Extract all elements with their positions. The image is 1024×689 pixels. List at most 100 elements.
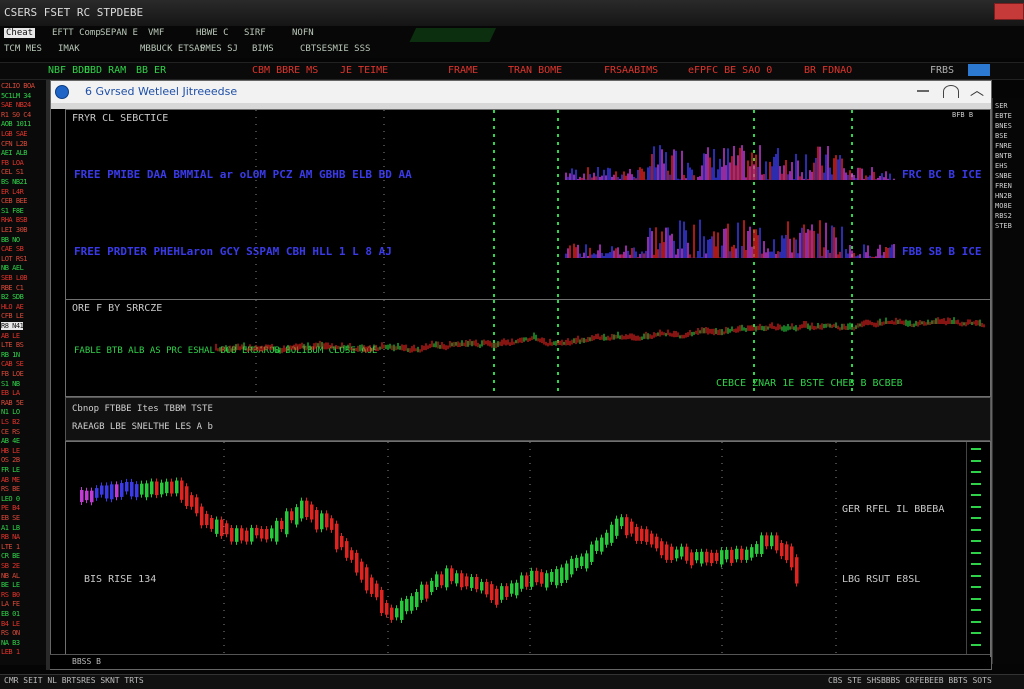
watchlist-row[interactable]: LEI 30B — [1, 226, 28, 234]
ticker-item[interactable]: CBM BBRE MS — [252, 65, 318, 76]
watchlist-row[interactable]: NB AEL — [1, 264, 24, 272]
ticker-item[interactable]: BB ER — [136, 65, 166, 76]
watchlist-row[interactable]: LTE BS — [1, 341, 24, 349]
watchlist-row[interactable]: CEB BEE — [1, 197, 28, 205]
watchlist-row[interactable]: RHA BSB — [1, 216, 28, 224]
menu-item[interactable]: MBBUCK ETSAS — [140, 44, 205, 54]
watchlist-row[interactable]: FB LOA — [1, 159, 24, 167]
watchlist-panel[interactable]: C2LIO BOA 5C1LM 34 SAE NB24 R1 S0 C4 AOB 101… — [0, 80, 47, 665]
ticker-item[interactable]: BR FDNAO — [804, 65, 852, 76]
menu-item[interactable]: VMF — [148, 28, 164, 38]
menu-item[interactable]: EFTT Comp — [52, 28, 101, 38]
watchlist-row[interactable]: R1 S0 C4 — [1, 111, 31, 119]
chevron-up-icon[interactable]: ︿ — [967, 83, 987, 99]
ticker-corner-button[interactable] — [968, 64, 990, 76]
candle-body — [760, 535, 764, 555]
watchlist-row[interactable]: SEB L0B — [1, 274, 28, 282]
chart-pane-price[interactable]: FRYR CL SEBCTICE FREE PMIBE DAA BMMIAL a… — [65, 109, 991, 300]
watchlist-row[interactable]: CAB SE — [1, 360, 24, 368]
candle-body — [195, 497, 199, 514]
watchlist-row[interactable]: C2LIO BOA — [1, 82, 35, 90]
watchlist-row[interactable]: RB NA — [1, 533, 20, 541]
watchlist-row[interactable]: AB ME — [1, 476, 20, 484]
watchlist-row[interactable]: EB LA — [1, 389, 20, 397]
menu-item[interactable]: Cheat — [4, 28, 36, 38]
watchlist-row[interactable]: AOB 1011 — [1, 120, 31, 128]
watchlist-row[interactable]: LEO 0 — [1, 495, 20, 503]
watchlist-row[interactable]: RBE C1 — [1, 284, 24, 292]
candle-body — [560, 567, 564, 583]
chart-pane-candles[interactable]: GER RFEL IL BBEBA BIS RISE 134 LBG RSUT … — [65, 441, 991, 657]
ticker-item[interactable]: TRAN BOME — [508, 65, 562, 76]
price-rows-plot — [255, 110, 895, 300]
watchlist-row[interactable]: S1 NB — [1, 380, 20, 388]
watchlist-row[interactable]: LTE 1 — [1, 543, 20, 551]
watchlist-row[interactable]: LOT RS1 — [1, 255, 28, 263]
watchlist-row[interactable]: S1 F8E — [1, 207, 24, 215]
watchlist-row[interactable]: LGB SAE — [1, 130, 28, 138]
watchlist-row[interactable]: NA B3 — [1, 639, 20, 647]
watchlist-row[interactable]: RB 1N — [1, 351, 20, 359]
watchlist-row[interactable]: FR LE — [1, 466, 20, 474]
chart-window[interactable]: 6 Gvrsed Wetleel Jitreeedse ︿ FRYR CL SE… — [50, 80, 992, 670]
watchlist-row[interactable]: CEL S1 — [1, 168, 24, 176]
watchlist-row[interactable]: A1 LB — [1, 524, 20, 532]
watchlist-row[interactable]: N1 LO — [1, 408, 20, 416]
watchlist-row[interactable]: RS ON — [1, 629, 20, 637]
watchlist-row[interactable]: CE RS — [1, 428, 20, 436]
watchlist-row[interactable]: AEI ALB — [1, 149, 28, 157]
watchlist-row[interactable]: LA FE — [1, 600, 20, 608]
watchlist-row[interactable]: HB LE — [1, 447, 20, 455]
watchlist-row[interactable]: OS 2B — [1, 456, 20, 464]
close-button[interactable] — [994, 3, 1024, 20]
menu-item[interactable]: NOFN — [292, 28, 314, 38]
menu-item[interactable]: TCM MES — [4, 44, 42, 54]
ticker-item[interactable]: FRSAABIMS — [604, 65, 658, 76]
menu-item[interactable]: PMES SJ — [200, 44, 238, 54]
watchlist-row[interactable]: CR BE — [1, 552, 20, 560]
watchlist-row[interactable]: CAE SB — [1, 245, 24, 253]
ticker-item[interactable]: eFPFC BE SAO 0 — [688, 65, 772, 76]
menu-item[interactable]: HBWE C — [196, 28, 229, 38]
watchlist-row[interactable]: EB SE — [1, 514, 20, 522]
price-scale[interactable] — [966, 442, 989, 656]
watchlist-row[interactable]: 5C1LM 34 — [1, 92, 31, 100]
watchlist-row[interactable]: PE B4 — [1, 504, 20, 512]
watchlist-row[interactable]: B4 LE — [1, 620, 20, 628]
watchlist-row[interactable]: RAB 5E — [1, 399, 24, 407]
watchlist-row[interactable]: R8 N41 — [1, 322, 24, 330]
watchlist-row[interactable]: CFN L2B — [1, 140, 28, 148]
watchlist-row[interactable]: ER L4R — [1, 188, 24, 196]
watchlist-row[interactable]: NB AL — [1, 572, 20, 580]
watchlist-row[interactable]: EB 01 — [1, 610, 20, 618]
watchlist-row[interactable]: BB NO — [1, 236, 20, 244]
watchlist-row[interactable]: FB LOE — [1, 370, 24, 378]
ticker-item[interactable]: FRAME — [448, 65, 478, 76]
ticker-item[interactable]: EBD RAM — [84, 65, 126, 76]
watchlist-row[interactable]: LS B2 — [1, 418, 20, 426]
watchlist-row[interactable]: RS BE — [1, 485, 20, 493]
watchlist-row[interactable]: BE LE — [1, 581, 20, 589]
watchlist-row[interactable]: AB LE — [1, 332, 20, 340]
watchlist-row[interactable]: HLO AE — [1, 303, 24, 311]
watchlist-row[interactable]: RS B0 — [1, 591, 20, 599]
restore-icon[interactable] — [943, 85, 959, 98]
menu-item[interactable]: BIMS — [252, 44, 274, 54]
watchlist-row[interactable]: B2 SDB — [1, 293, 24, 301]
minimize-icon[interactable] — [917, 90, 929, 92]
menu-item[interactable]: SEPAN E — [100, 28, 138, 38]
watchlist-row[interactable]: AB 4E — [1, 437, 20, 445]
ticker-item[interactable]: JE TEIME — [340, 65, 388, 76]
menu-bar-secondary: TCM MES IMAK MBBUCK ETSAS PMES SJ BIMS CBTSES… — [0, 42, 1024, 58]
menu-item[interactable]: IMAK — [58, 44, 80, 54]
watchlist-row[interactable]: LEB 1 — [1, 648, 20, 656]
watchlist-row[interactable]: BS NB21 — [1, 178, 28, 186]
menu-item[interactable]: CBTSESMIE SSS — [300, 44, 370, 54]
chart-pane-volume[interactable]: ORE F BY SRRCZE FABLE BTB ALB AS PRC ESH… — [65, 299, 991, 397]
menu-item[interactable]: SIRF — [244, 28, 266, 38]
candle-annotation: LBG RSUT E8SL — [842, 574, 921, 585]
watchlist-row[interactable]: SAE NB24 — [1, 101, 31, 109]
watchlist-row[interactable]: CFB LE — [1, 312, 24, 320]
candle-body — [355, 552, 359, 573]
watchlist-row[interactable]: SB 2E — [1, 562, 20, 570]
